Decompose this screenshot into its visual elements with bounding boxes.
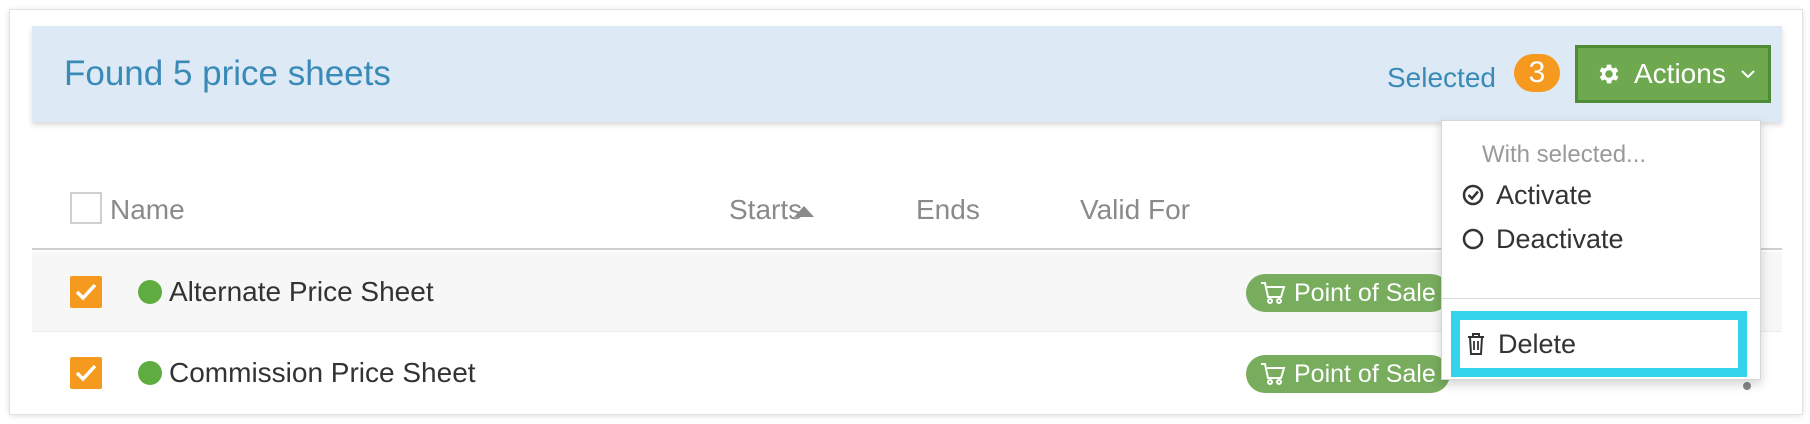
- row-checkbox[interactable]: [70, 357, 102, 389]
- cart-icon: [1261, 363, 1286, 385]
- menu-header: With selected...: [1482, 141, 1647, 168]
- trash-icon: [1468, 333, 1484, 355]
- scroll-indicator: [1743, 382, 1751, 390]
- results-title: Found 5 price sheets: [64, 54, 391, 93]
- menu-item-label: Deactivate: [1496, 223, 1624, 254]
- price-sheets-panel: Found 5 price sheets Selected 3 Actions …: [10, 10, 1802, 414]
- price-sheet-name[interactable]: Alternate Price Sheet: [169, 276, 434, 308]
- results-header: Found 5 price sheets Selected 3 Actions: [32, 26, 1782, 122]
- price-sheet-name[interactable]: Commission Price Sheet: [169, 357, 476, 389]
- chevron-down-icon: [1741, 70, 1755, 79]
- status-active-dot: [138, 361, 162, 385]
- select-all-checkbox[interactable]: [70, 192, 102, 224]
- check-circle-icon: [1462, 184, 1484, 206]
- valid-for-label: Point of Sale: [1294, 278, 1436, 307]
- column-valid-for[interactable]: Valid For: [1080, 194, 1190, 226]
- column-name[interactable]: Name: [110, 194, 185, 226]
- valid-for-badge: Point of Sale: [1246, 274, 1450, 312]
- cart-icon: [1261, 282, 1286, 304]
- actions-dropdown-menu: With selected... Activate Deactivate Del…: [1441, 120, 1761, 380]
- menu-divider: [1442, 298, 1760, 299]
- selected-label: Selected: [1387, 62, 1496, 93]
- valid-for-label: Point of Sale: [1294, 359, 1436, 388]
- menu-item-delete[interactable]: Delete: [1451, 311, 1747, 377]
- menu-item-deactivate[interactable]: Deactivate: [1462, 219, 1624, 259]
- actions-button[interactable]: Actions: [1575, 45, 1771, 103]
- circle-icon: [1462, 228, 1484, 250]
- column-starts[interactable]: Starts: [729, 194, 802, 226]
- checkmark-icon: [75, 283, 97, 301]
- column-ends[interactable]: Ends: [916, 194, 980, 226]
- row-checkbox[interactable]: [70, 276, 102, 308]
- actions-label: Actions: [1634, 58, 1726, 89]
- status-active-dot: [138, 280, 162, 304]
- menu-item-label: Delete: [1498, 328, 1577, 359]
- menu-item-label: Activate: [1496, 179, 1593, 210]
- menu-item-activate[interactable]: Activate: [1462, 175, 1592, 215]
- valid-for-badge: Point of Sale: [1246, 355, 1450, 393]
- gear-icon: [1599, 64, 1619, 84]
- checkmark-icon: [75, 364, 97, 382]
- selected-count-badge: 3: [1514, 54, 1560, 92]
